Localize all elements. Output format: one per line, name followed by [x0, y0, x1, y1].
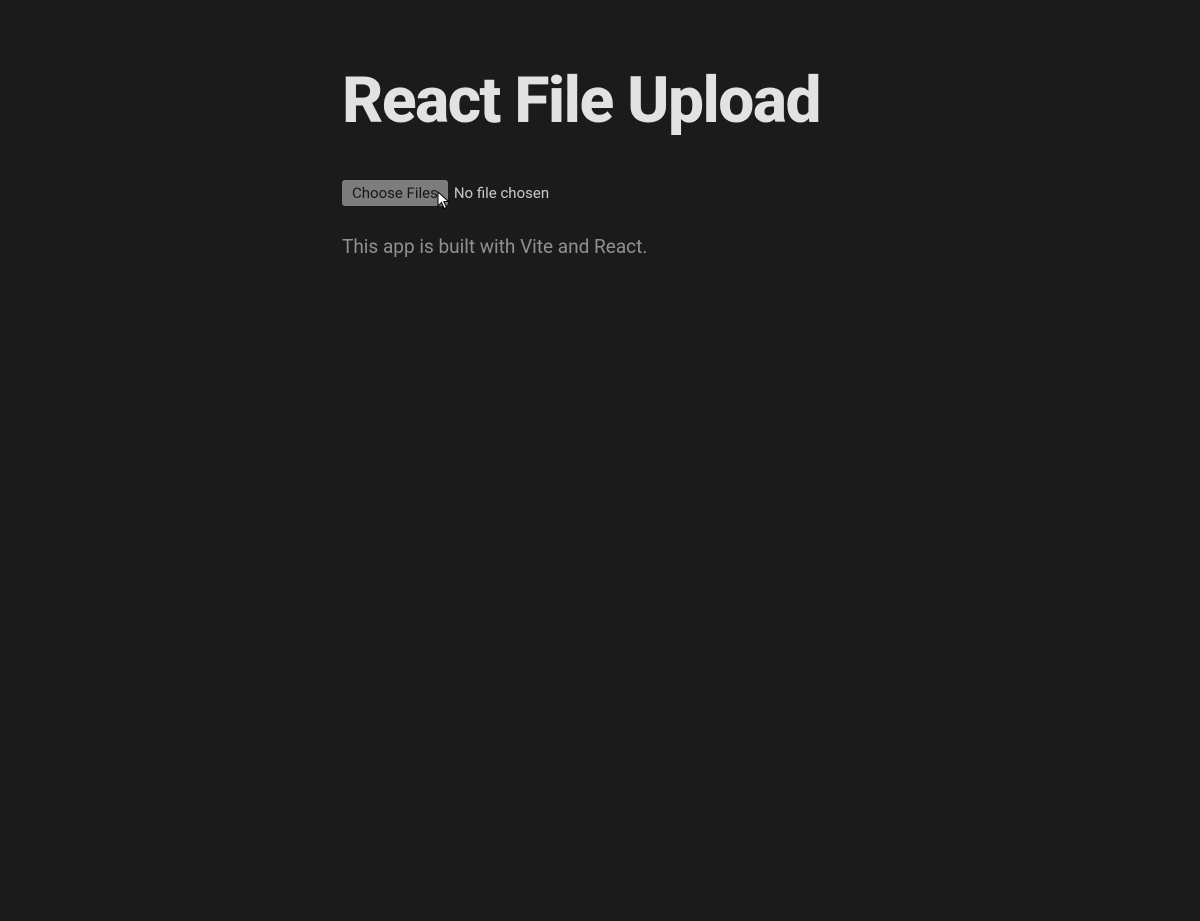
main-container: React File Upload Choose Files No file c…	[342, 0, 942, 260]
page-title: React File Upload	[342, 64, 820, 138]
app-description: This app is built with Vite and React.	[342, 234, 647, 261]
file-input-row: Choose Files No file chosen	[342, 180, 549, 206]
choose-files-button[interactable]: Choose Files	[342, 180, 448, 206]
file-status-text: No file chosen	[454, 184, 549, 202]
